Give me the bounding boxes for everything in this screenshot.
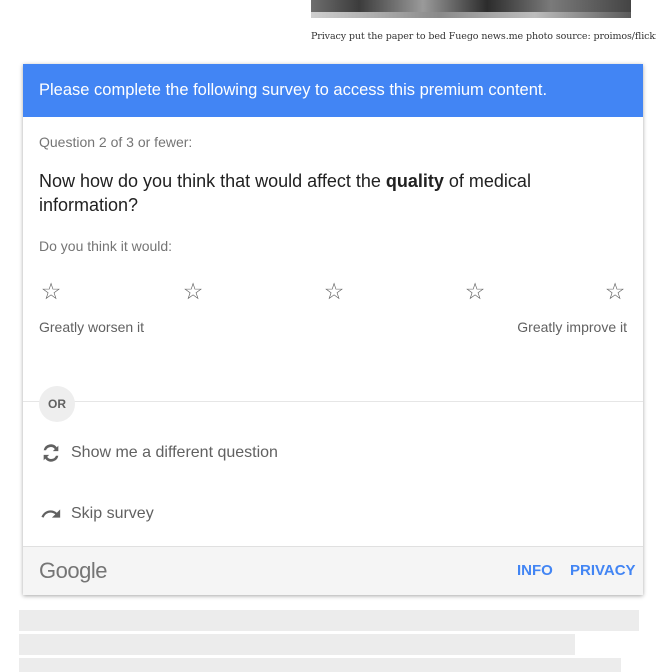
- text-placeholder-line: [19, 610, 639, 631]
- scale-high-label: Greatly improve it: [517, 319, 627, 335]
- rating-star-1[interactable]: ☆: [38, 278, 64, 304]
- survey-footer: Google INFO PRIVACY: [23, 546, 643, 595]
- info-link[interactable]: INFO: [517, 562, 553, 579]
- star-outline-icon: ☆: [182, 277, 204, 304]
- rating-star-3[interactable]: ☆: [321, 278, 347, 304]
- survey-dialog: Please complete the following survey to …: [23, 64, 643, 595]
- photo-caption: Privacy put the paper to bed Fuego news.…: [311, 31, 656, 42]
- rating-prompt: Do you think it would:: [39, 238, 173, 254]
- text-placeholder-line: [19, 634, 575, 655]
- rating-star-4[interactable]: ☆: [462, 278, 488, 304]
- star-outline-icon: ☆: [604, 277, 626, 304]
- question-counter: Question 2 of 3 or fewer:: [39, 134, 193, 150]
- rating-star-5[interactable]: ☆: [602, 278, 628, 304]
- star-outline-icon: ☆: [464, 277, 486, 304]
- refresh-icon: [39, 441, 63, 465]
- or-badge: OR: [39, 386, 75, 422]
- star-outline-icon: ☆: [323, 277, 345, 304]
- star-outline-icon: ☆: [40, 277, 62, 304]
- privacy-link[interactable]: PRIVACY: [570, 562, 636, 579]
- redo-arrow-icon: [39, 502, 63, 526]
- text-placeholder-line: [19, 658, 621, 672]
- rating-star-2[interactable]: ☆: [180, 278, 206, 304]
- skip-survey-label: Skip survey: [71, 505, 154, 522]
- question-emphasis: quality: [385, 171, 444, 191]
- survey-header: Please complete the following survey to …: [23, 64, 643, 117]
- different-question-button[interactable]: Show me a different question: [39, 439, 278, 467]
- question-text: Now how do you think that would affect t…: [39, 169, 619, 217]
- skip-survey-button[interactable]: Skip survey: [39, 500, 154, 528]
- google-logo: Google: [39, 558, 107, 583]
- section-divider: [23, 401, 643, 402]
- scale-low-label: Greatly worsen it: [39, 319, 145, 335]
- article-photo: [311, 0, 631, 18]
- question-text-start: Now how do you think that would affect t…: [39, 171, 386, 191]
- different-question-label: Show me a different question: [71, 444, 278, 461]
